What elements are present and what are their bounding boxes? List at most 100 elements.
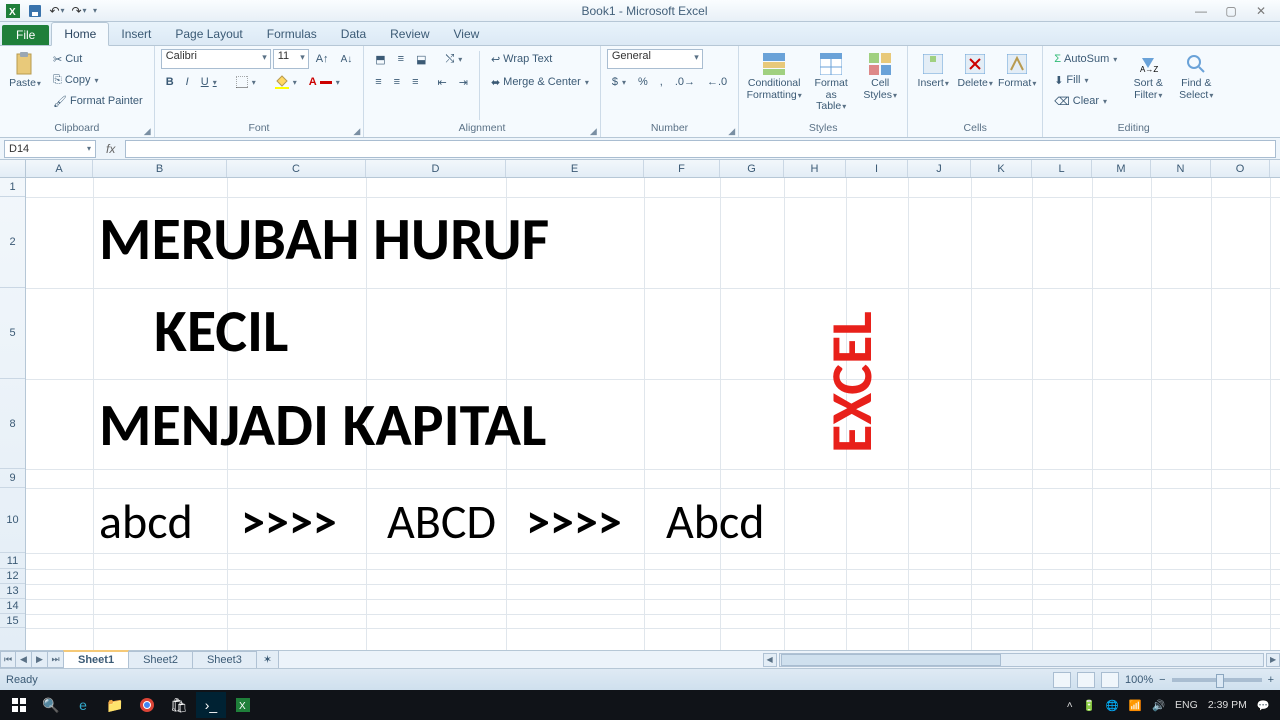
- italic-button[interactable]: I: [181, 72, 194, 92]
- column-header-I[interactable]: I: [846, 160, 908, 177]
- column-header-E[interactable]: E: [506, 160, 644, 177]
- column-header-B[interactable]: B: [93, 160, 227, 177]
- format-table-button[interactable]: Format as Table▾: [807, 49, 855, 122]
- view-normal-button[interactable]: [1053, 672, 1071, 688]
- conditional-formatting-button[interactable]: Conditional Formatting▾: [745, 49, 803, 122]
- column-header-A[interactable]: A: [26, 160, 93, 177]
- sheet-tab-2[interactable]: Sheet2: [128, 651, 193, 668]
- column-header-O[interactable]: O: [1211, 160, 1270, 177]
- align-bottom-button[interactable]: ⬓: [411, 49, 431, 69]
- column-header-G[interactable]: G: [720, 160, 784, 177]
- name-box[interactable]: D14▾: [4, 140, 96, 158]
- tray-up-icon[interactable]: ˄: [1067, 699, 1073, 711]
- undo-icon[interactable]: ↶▾: [48, 2, 66, 20]
- close-button[interactable]: ✕: [1252, 4, 1270, 18]
- row-header-11[interactable]: 11: [0, 553, 25, 569]
- sheet-nav-last[interactable]: ⏭: [48, 651, 64, 668]
- row-header-13[interactable]: 13: [0, 584, 25, 599]
- number-format-combo[interactable]: General: [607, 49, 703, 69]
- view-break-button[interactable]: [1101, 672, 1119, 688]
- align-middle-button[interactable]: ≡: [393, 49, 409, 69]
- powershell-icon[interactable]: ›_: [196, 692, 226, 718]
- column-header-D[interactable]: D: [366, 160, 506, 177]
- zoom-slider[interactable]: [1172, 678, 1262, 682]
- align-top-button[interactable]: ⬒: [370, 49, 390, 69]
- tray-clock[interactable]: 2:39 PM: [1208, 699, 1247, 711]
- maximize-button[interactable]: ▢: [1222, 4, 1240, 18]
- hscroll-left[interactable]: ◀: [763, 653, 777, 667]
- tray-notifications-icon[interactable]: 💬: [1257, 699, 1270, 712]
- hscroll-track[interactable]: [779, 653, 1264, 667]
- clipboard-launcher-icon[interactable]: ◢: [144, 126, 151, 137]
- search-icon[interactable]: 🔍: [36, 692, 66, 718]
- minimize-button[interactable]: —: [1192, 4, 1210, 18]
- excel-task-icon[interactable]: X: [228, 692, 258, 718]
- save-icon[interactable]: [26, 2, 44, 20]
- row-header-10[interactable]: 10: [0, 488, 25, 553]
- explorer-icon[interactable]: 📁: [100, 692, 130, 718]
- bold-button[interactable]: B: [161, 72, 179, 92]
- zoom-out-button[interactable]: −: [1159, 674, 1165, 686]
- merge-center-button[interactable]: ⬌Merge & Center▾: [486, 72, 594, 92]
- tab-home[interactable]: Home: [51, 22, 109, 46]
- tray-network-icon[interactable]: 🌐: [1106, 699, 1119, 712]
- font-launcher-icon[interactable]: ◢: [353, 126, 360, 137]
- column-header-F[interactable]: F: [644, 160, 720, 177]
- column-header-C[interactable]: C: [227, 160, 366, 177]
- view-layout-button[interactable]: [1077, 672, 1095, 688]
- tray-lang[interactable]: ENG: [1175, 699, 1198, 711]
- column-header-L[interactable]: L: [1032, 160, 1092, 177]
- tab-page-layout[interactable]: Page Layout: [163, 23, 254, 45]
- sheet-nav-next[interactable]: ▶: [32, 651, 48, 668]
- column-header-N[interactable]: N: [1151, 160, 1211, 177]
- column-header-J[interactable]: J: [908, 160, 971, 177]
- tray-wifi-icon[interactable]: 📶: [1129, 699, 1142, 712]
- autosum-button[interactable]: ΣAutoSum▾: [1049, 49, 1122, 69]
- insert-cells-button[interactable]: Insert▾: [914, 49, 952, 122]
- align-left-button[interactable]: ≡: [370, 72, 386, 92]
- start-button[interactable]: [4, 692, 34, 718]
- tab-review[interactable]: Review: [378, 23, 441, 45]
- accounting-button[interactable]: $▾: [607, 72, 631, 92]
- font-name-combo[interactable]: Calibri: [161, 49, 271, 69]
- row-header-2[interactable]: 2: [0, 197, 25, 288]
- tab-insert[interactable]: Insert: [109, 23, 163, 45]
- select-all-corner[interactable]: [0, 160, 26, 177]
- tab-view[interactable]: View: [442, 23, 492, 45]
- fill-color-button[interactable]: ▾: [270, 72, 302, 92]
- font-color-button[interactable]: A▾: [304, 72, 345, 92]
- sheet-nav-first[interactable]: ⏮: [0, 651, 16, 668]
- row-header-1[interactable]: 1: [0, 178, 25, 197]
- align-center-button[interactable]: ≡: [389, 72, 405, 92]
- column-header-H[interactable]: H: [784, 160, 846, 177]
- tab-formulas[interactable]: Formulas: [255, 23, 329, 45]
- alignment-launcher-icon[interactable]: ◢: [590, 126, 597, 137]
- percent-button[interactable]: %: [633, 72, 653, 92]
- excel-icon[interactable]: X: [4, 2, 22, 20]
- file-tab[interactable]: File: [2, 25, 49, 45]
- font-size-combo[interactable]: 11: [273, 49, 309, 69]
- copy-button[interactable]: ⎘Copy▾: [48, 70, 148, 90]
- row-header-9[interactable]: 9: [0, 469, 25, 488]
- column-header-K[interactable]: K: [971, 160, 1032, 177]
- cut-button[interactable]: ✂Cut: [48, 49, 148, 69]
- row-header-8[interactable]: 8: [0, 379, 25, 469]
- border-button[interactable]: ▾: [231, 72, 261, 92]
- decrease-indent-button[interactable]: ⇤: [433, 72, 452, 92]
- number-launcher-icon[interactable]: ◢: [728, 126, 735, 137]
- sheet-tab-1[interactable]: Sheet1: [63, 650, 129, 668]
- sheet-nav-prev[interactable]: ◀: [16, 651, 32, 668]
- cell-styles-button[interactable]: Cell Styles▾: [859, 49, 901, 122]
- increase-decimal-button[interactable]: .0→: [670, 72, 700, 92]
- chrome-icon[interactable]: [132, 692, 162, 718]
- tray-battery-icon[interactable]: 🔋: [1083, 699, 1096, 712]
- fx-icon[interactable]: fx: [100, 142, 121, 156]
- hscroll-right[interactable]: ▶: [1266, 653, 1280, 667]
- tab-data[interactable]: Data: [329, 23, 378, 45]
- orientation-button[interactable]: ⤭▾: [440, 49, 467, 69]
- new-sheet-button[interactable]: ✶: [256, 650, 279, 668]
- formula-input[interactable]: [125, 140, 1276, 158]
- row-header-12[interactable]: 12: [0, 569, 25, 584]
- row-header-15[interactable]: 15: [0, 614, 25, 628]
- paste-button[interactable]: Paste▾: [6, 49, 44, 122]
